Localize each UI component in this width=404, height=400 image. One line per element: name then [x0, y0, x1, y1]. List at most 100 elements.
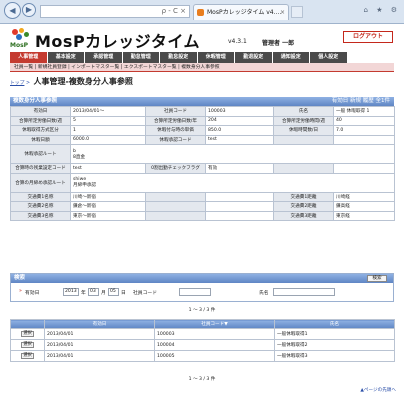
- detail-label: 休暇付与時の単価: [145, 125, 206, 136]
- tab-close-icon[interactable]: ×: [280, 5, 285, 20]
- result-table: 有効日 社員コード▼ 氏名 選択 2013/04/01 100003 一般休暇取…: [10, 319, 395, 362]
- menu-item-leave[interactable]: 休暇管理: [197, 52, 235, 63]
- detail-value: 川崎経: [333, 191, 395, 202]
- logout-button[interactable]: ログアウト: [343, 31, 393, 43]
- detail-row: 有効日 2013/04/01〜 社員コード 100003 氏名 一般 休暇取得 1: [10, 106, 395, 117]
- month-input[interactable]: 03: [88, 288, 99, 296]
- favicon-icon: [197, 9, 204, 16]
- detail-label: 休暇承認ルート: [10, 144, 71, 164]
- menu-item-leave-settings[interactable]: 勤退設定: [235, 52, 273, 63]
- detail-value: 40: [333, 115, 395, 126]
- detail-label: 休暇承認コード: [145, 134, 206, 145]
- pager-bottom: 1 〜 3 / 3 件: [188, 377, 216, 382]
- back-to-top-link[interactable]: ▲ページの先頭へ: [360, 387, 396, 393]
- menu-item-approval[interactable]: 承認管理: [85, 52, 123, 63]
- table-row: 選択 2013/04/01 100004 一般休暇取得2: [10, 339, 395, 351]
- detail-value: 鎌倉〜新宿: [70, 201, 146, 212]
- address-bar[interactable]: ρ - C ×: [40, 5, 190, 18]
- menu-item-attendance[interactable]: 勤怠管理: [122, 52, 160, 63]
- browser-tab[interactable]: MosPカレッジタイム v4.... ×: [193, 4, 289, 20]
- browser-toolbar-icons[interactable]: ⌂ ★ ⚙: [364, 6, 400, 14]
- search-panel: 検索 検索 » 有効日 2013 年 03 月 05 日 社員コード 氏名: [10, 273, 394, 302]
- detail-label: 交通費1名称: [10, 191, 71, 202]
- emp-code-input[interactable]: [179, 288, 211, 296]
- detail-row: 交通費2名称 鎌倉〜新宿 交通費2距離 鎌高経: [10, 201, 395, 212]
- detail-row: 合算の月締め承認ルート shiwe 月締申承認: [10, 172, 395, 193]
- select-button[interactable]: 選択: [21, 353, 34, 359]
- detail-value: 100003: [205, 106, 274, 117]
- detail-value: 6000.0: [70, 134, 146, 145]
- menu-item-basic-settings[interactable]: 基本設定: [47, 52, 85, 63]
- select-button[interactable]: 選択: [21, 342, 34, 348]
- detail-value: 7.0: [333, 125, 395, 136]
- detail-label: 交通費3名称: [10, 210, 71, 221]
- required-mark-icon: »: [19, 289, 22, 294]
- detail-label: 合算所定労働日数/週: [10, 115, 71, 126]
- detail-value: 川崎〜新宿: [70, 191, 146, 202]
- detail-value: 5: [70, 115, 146, 126]
- detail-value: 2013/04/01〜: [70, 106, 146, 117]
- column-header-date[interactable]: 有効日: [44, 319, 155, 329]
- version-label: v4.3.1: [228, 38, 247, 45]
- cell-date: 2013/04/01: [44, 350, 155, 362]
- detail-value: [205, 210, 274, 221]
- address-bar-icons[interactable]: ρ - C ×: [162, 7, 186, 15]
- page-title: 人事管理-複数身分人事参照: [33, 77, 133, 86]
- day-input[interactable]: 05: [108, 288, 119, 296]
- cell-date: 2013/04/01: [44, 328, 155, 340]
- select-button[interactable]: 選択: [21, 331, 34, 337]
- detail-value: shiwe 月締申承認: [70, 172, 395, 193]
- detail-label: 交通費2名称: [10, 201, 71, 212]
- detail-row: 休暇日額 6000.0 休暇承認コード test: [10, 134, 395, 145]
- breadcrumb-top-link[interactable]: トップ: [10, 81, 24, 86]
- search-button[interactable]: 検索: [367, 275, 387, 282]
- detail-value: [205, 191, 274, 202]
- detail-label: 合算所定労働時間/週: [273, 115, 334, 126]
- menu-item-hr[interactable]: 人事管理: [10, 52, 48, 63]
- column-header-emp-code[interactable]: 社員コード▼: [154, 319, 275, 329]
- detail-label: 氏名: [273, 106, 334, 117]
- cell-name: 一般休暇取得2: [274, 339, 395, 351]
- cell-emp-code: 100005: [154, 350, 275, 362]
- detail-value: 東京経: [333, 210, 395, 221]
- detail-value: test: [205, 134, 274, 145]
- user-name: 管理者 一郎: [262, 40, 295, 47]
- tab-title: MosPカレッジタイム v4....: [207, 9, 282, 16]
- month-unit: 月: [101, 291, 106, 296]
- detail-value: b 8直金: [70, 144, 395, 164]
- detail-panel-header: 複数身分人事参照 有効日 新規 履歴 全1件: [10, 97, 394, 106]
- menu-item-personal[interactable]: 個人設定: [310, 52, 348, 63]
- detail-table: 有効日 2013/04/01〜 社員コード 100003 氏名 一般 休暇取得 1 合算所定…: [10, 106, 395, 221]
- back-arrow-icon[interactable]: ◀: [4, 2, 21, 19]
- menu-item-notification[interactable]: 通知設定: [272, 52, 310, 63]
- cell-emp-code: 100004: [154, 339, 275, 351]
- menu-item-attendance-settings[interactable]: 勤怠設定: [160, 52, 198, 63]
- detail-panel-links[interactable]: 有効日 新規 履歴 全1件: [332, 97, 390, 106]
- name-input[interactable]: [273, 288, 335, 296]
- column-header-name[interactable]: 氏名: [274, 319, 395, 329]
- detail-value: [205, 201, 274, 212]
- detail-row: 合算時の残業設定コード test 0割出勤チェックフラグ 有効: [10, 163, 395, 174]
- search-panel-title: 検索: [11, 274, 393, 283]
- sub-menu[interactable]: 社員一覧 | 新規社員登録 | インポートマスター覧 | エクスポートマスター覧…: [10, 63, 394, 72]
- mosp-logo-icon: MosP: [10, 28, 32, 50]
- detail-label: [273, 134, 334, 145]
- search-row: » 有効日 2013 年 03 月 05 日 社員コード 氏名: [11, 288, 393, 298]
- detail-row: 交通費1名称 川崎〜新宿 交通費1距離 川崎経: [10, 191, 395, 202]
- year-input[interactable]: 2013: [63, 288, 79, 296]
- search-date-label: 有効日: [25, 291, 40, 296]
- table-row: 選択 2013/04/01 100005 一般休暇取得3: [10, 350, 395, 362]
- forward-arrow-icon[interactable]: ▶: [22, 3, 36, 17]
- detail-row: 休暇取得方式区分 1 休暇付与時の単価 850.0 休暇時間数/日 7.0: [10, 125, 395, 136]
- detail-label: 交通費3距離: [273, 210, 334, 221]
- detail-label: [145, 201, 206, 212]
- detail-value: 鎌高経: [333, 201, 395, 212]
- new-tab-button[interactable]: [291, 6, 303, 18]
- cell-name: 一般休暇取得3: [274, 350, 395, 362]
- breadcrumb-separator: >: [25, 81, 30, 86]
- detail-row: 交通費3名称 東京〜新宿 交通費3距離 東京経: [10, 210, 395, 221]
- app-title: MosPカレッジタイム: [35, 32, 201, 51]
- detail-value: 一般 休暇取得 1: [333, 106, 395, 117]
- detail-label: 0割出勤チェックフラグ: [145, 163, 206, 174]
- cell-emp-code: 100003: [154, 328, 275, 340]
